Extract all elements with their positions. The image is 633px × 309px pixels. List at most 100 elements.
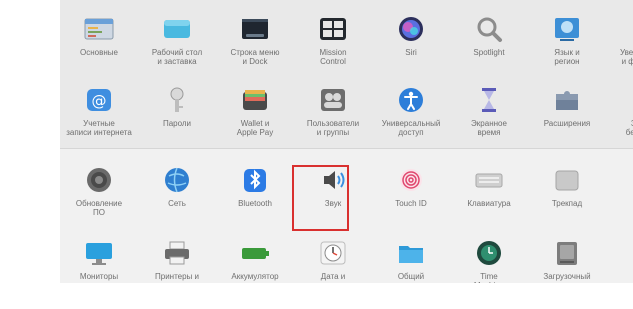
pref-item-siri[interactable]: Siri [372, 12, 450, 78]
preferences-row: Обновление ПО Сеть Bluetooth Звук Touch ID Кл… [60, 163, 633, 229]
pref-item-label: Обновление ПО [75, 199, 123, 217]
pref-item-label: Mission Control [319, 48, 347, 66]
pref-item-label: Клавиатура [467, 199, 511, 208]
pref-item-label: Siri [405, 48, 417, 57]
pref-item-label: Дата и время [320, 272, 346, 283]
pref-item-accounts[interactable]: @ Учетные записи интернета [60, 83, 138, 149]
accessibility-icon [394, 85, 428, 115]
notifications-icon [628, 14, 633, 44]
internet-accounts-icon: @ [82, 85, 116, 115]
preferences-row: Мониторы Принтеры и сканеры Аккумулятор Дат… [60, 236, 633, 283]
pref-item-general[interactable]: Основные [60, 12, 138, 78]
pref-item-label: Touch ID [395, 199, 427, 208]
keyboard-icon [472, 165, 506, 195]
bluetooth-icon [238, 165, 272, 195]
hourglass-icon [472, 85, 506, 115]
pref-item-passwords[interactable]: Пароли [138, 83, 216, 149]
wallet-icon [238, 85, 272, 115]
pref-item-keyboard[interactable]: Клавиатура [450, 163, 528, 229]
key-icon [160, 85, 194, 115]
preferences-section-top: Основные Рабочий стол и заставка Строка ме… [60, 0, 633, 148]
pref-item-desktop[interactable]: Рабочий стол и заставка [138, 12, 216, 78]
pref-item-accessibility[interactable]: Универсальный доступ [372, 83, 450, 149]
svg-text:@: @ [92, 92, 107, 110]
pref-item-displays[interactable]: Мониторы [60, 236, 138, 283]
language-icon [550, 14, 584, 44]
pref-item-timemachine[interactable]: Time Machine [450, 236, 528, 283]
users-icon [316, 85, 350, 115]
pref-item-label: Общий доступ [397, 272, 425, 283]
pref-item-sharing[interactable]: Общий доступ [372, 236, 450, 283]
system-preferences-panel: Основные Рабочий стол и заставка Строка ме… [60, 0, 633, 283]
preferences-row: @ Учетные записи интернета Пароли Wallet и … [60, 83, 633, 149]
battery-icon [238, 238, 272, 268]
pref-item-battery[interactable]: Аккумулятор [216, 236, 294, 283]
pref-item-extensions[interactable]: Расширения [528, 83, 606, 149]
pref-item-label: Time Machine [474, 272, 504, 283]
pref-item-label: Учетные записи интернета [66, 119, 132, 137]
pref-item-label: Мышь [606, 199, 633, 208]
pref-item-startup[interactable]: Загрузочный диск [528, 236, 606, 283]
pref-item-label: Пользователи и группы [306, 119, 360, 137]
spotlight-icon [472, 14, 506, 44]
mouse-icon [628, 165, 633, 195]
siri-icon [394, 14, 428, 44]
pref-item-mouse[interactable]: Мышь [606, 163, 633, 229]
time-machine-icon [472, 238, 506, 268]
pref-item-label: Рабочий стол и заставка [151, 48, 203, 66]
pref-item-dock[interactable]: Строка меню и Dock [216, 12, 294, 78]
puzzle-icon [550, 85, 584, 115]
pref-item-label: Расширения [543, 119, 591, 128]
desktop-icon [160, 14, 194, 44]
pref-item-trackpad[interactable]: Трекпад [528, 163, 606, 229]
pref-item-label: Универсальный доступ [381, 119, 441, 137]
pref-item-label: Wallet и Apple Pay [236, 119, 274, 137]
pref-item-label: Звук [324, 199, 342, 208]
printer-icon [160, 238, 194, 268]
trackpad-icon [550, 165, 584, 195]
globe-icon [160, 165, 194, 195]
pref-item-language[interactable]: Язык и регион [528, 12, 606, 78]
mission-control-icon [316, 14, 350, 44]
pref-item-label: Строка меню и Dock [230, 48, 280, 66]
pref-item-update[interactable]: Обновление ПО [60, 163, 138, 229]
disk-icon [550, 238, 584, 268]
pref-item-bluetooth[interactable]: Bluetooth [216, 163, 294, 229]
pref-item-security[interactable]: Защита безопасно [606, 83, 633, 149]
pref-item-label: Экранное время [471, 119, 507, 137]
pref-item-wallet[interactable]: Wallet и Apple Pay [216, 83, 294, 149]
pref-item-spotlight[interactable]: Spotlight [450, 12, 528, 78]
pref-item-printers[interactable]: Принтеры и сканеры [138, 236, 216, 283]
preferences-row: Основные Рабочий стол и заставка Строка ме… [60, 12, 633, 78]
pref-item-screentime[interactable]: Экранное время [450, 83, 528, 149]
display-icon [82, 238, 116, 268]
pref-item-label: Пароли [162, 119, 192, 128]
pref-item-sound[interactable]: Звук [294, 163, 372, 229]
pref-item-network[interactable]: Сеть [138, 163, 216, 229]
folder-icon [394, 238, 428, 268]
pref-item-mission[interactable]: Mission Control [294, 12, 372, 78]
pref-item-label: Мониторы [79, 272, 119, 281]
speaker-icon [316, 165, 350, 195]
pref-item-label: Spotlight [473, 48, 505, 57]
fingerprint-icon [394, 165, 428, 195]
pref-item-label: Bluetooth [238, 199, 272, 208]
pref-item-touchid[interactable]: Touch ID [372, 163, 450, 229]
pref-item-label: Защита безопасно [625, 119, 633, 137]
pref-item-datetime[interactable]: Дата и время [294, 236, 372, 283]
house-icon [628, 85, 633, 115]
pref-item-label: Принтеры и сканеры [155, 272, 199, 283]
software-update-icon [82, 165, 116, 195]
pref-item-users[interactable]: Пользователи и группы [294, 83, 372, 149]
pref-item-notifications[interactable]: Уведомления и фокусиров [606, 12, 633, 78]
pref-item-label: Аккумулятор [231, 272, 279, 281]
general-icon [82, 14, 116, 44]
pref-item-label: Сеть [168, 199, 186, 208]
preferences-section-hardware: Обновление ПО Сеть Bluetooth Звук Touch ID Кл… [60, 148, 633, 283]
pref-item-label: Загрузочный диск [543, 272, 591, 283]
pref-item-label: Основные [80, 48, 118, 57]
clock-icon [316, 238, 350, 268]
pref-item-label: Уведомления и фокусиров [619, 48, 633, 66]
pref-item-label: Язык и регион [554, 48, 580, 66]
dock-icon [238, 14, 272, 44]
